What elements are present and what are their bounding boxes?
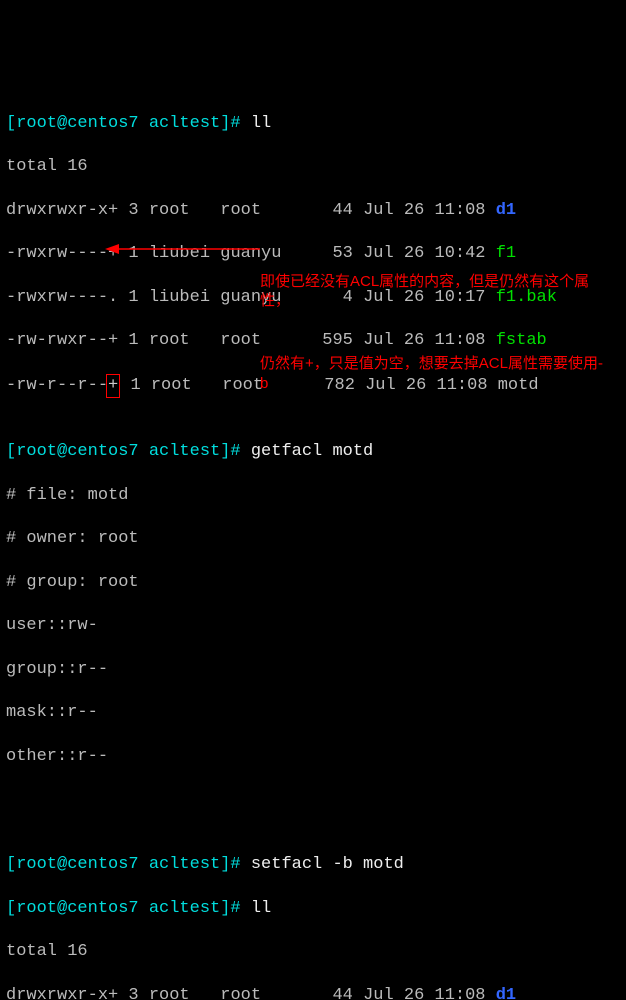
- prompt-line: [root@centos7 acltest]# ll: [6, 113, 620, 135]
- total-line: total 16: [6, 156, 620, 178]
- facl-line: group::r--: [6, 659, 620, 681]
- blank-line: [6, 789, 620, 811]
- prompt-line: [root@centos7 acltest]# setfacl -b motd: [6, 854, 620, 876]
- highlight-plus-icon: +: [106, 374, 120, 398]
- file-name: f1: [496, 244, 516, 263]
- facl-line: mask::r--: [6, 702, 620, 724]
- facl-line: # owner: root: [6, 528, 620, 550]
- total-line: total 16: [6, 941, 620, 963]
- ls-row: -rw-rwxr--+ 1 root root 595 Jul 26 11:08…: [6, 330, 620, 352]
- prompt-line: [root@centos7 acltest]# getfacl motd: [6, 441, 620, 463]
- file-name: f1.bak: [496, 288, 557, 307]
- facl-line: # file: motd: [6, 485, 620, 507]
- file-name: fstab: [496, 331, 547, 350]
- ls-row: -rwxrw----. 1 liubei guanyu 4 Jul 26 10:…: [6, 287, 620, 309]
- facl-line: user::rw-: [6, 615, 620, 637]
- facl-line: other::r--: [6, 746, 620, 768]
- file-name: motd: [498, 376, 539, 395]
- ls-row: drwxrwxr-x+ 3 root root 44 Jul 26 11:08 …: [6, 200, 620, 222]
- facl-line: # group: root: [6, 572, 620, 594]
- prompt-line: [root@centos7 acltest]# ll: [6, 898, 620, 920]
- ls-row: -rwxrw----+ 1 liubei guanyu 53 Jul 26 10…: [6, 243, 620, 265]
- ls-row-highlighted: -rw-r--r--+ 1 root root 782 Jul 26 11:08…: [6, 374, 620, 398]
- ls-row: drwxrwxr-x+ 3 root root 44 Jul 26 11:08 …: [6, 985, 620, 1000]
- dir-name: d1: [496, 201, 516, 220]
- dir-name: d1: [496, 986, 516, 1000]
